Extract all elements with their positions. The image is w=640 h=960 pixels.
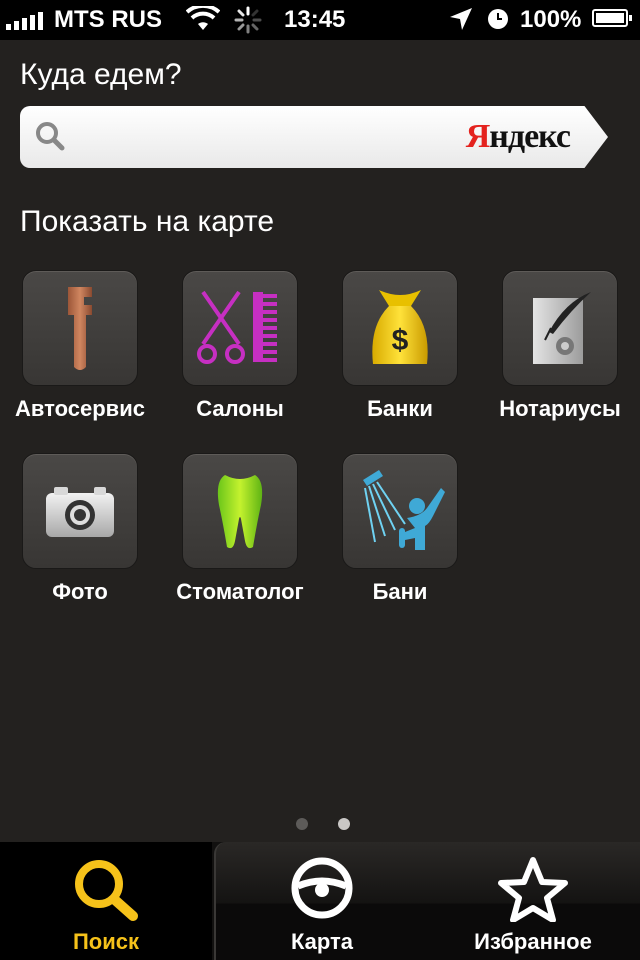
category-photo[interactable]: Фото — [0, 453, 160, 605]
category-label: Нотариусы — [499, 396, 621, 421]
search-icon — [34, 120, 66, 157]
quill-document-icon — [533, 292, 591, 364]
page-indicator[interactable] — [296, 818, 350, 830]
tooth-icon — [217, 475, 263, 549]
category-banks[interactable]: $ Банки — [320, 270, 480, 422]
category-label: Автосервис — [15, 396, 145, 421]
steering-wheel-icon — [291, 857, 353, 919]
category-autoservice[interactable]: Автосервис — [0, 270, 160, 422]
category-dentist[interactable]: Стоматолог — [160, 453, 320, 605]
shower-icon — [363, 470, 445, 550]
search-input[interactable] — [80, 116, 504, 158]
search-box[interactable]: Яндекс — [20, 106, 608, 168]
battery-icon — [592, 9, 632, 27]
page-title: Куда едем? — [20, 58, 182, 91]
battery-percentage: 100% — [520, 6, 582, 33]
location-arrow-icon — [448, 6, 474, 39]
svg-text:$: $ — [392, 324, 409, 357]
status-bar: MTS RUS 13:45 100% — [0, 0, 640, 40]
clock: 13:45 — [284, 6, 346, 33]
page-dot[interactable] — [296, 818, 308, 830]
tab-bar: Поиск Карта Избранное — [0, 842, 640, 960]
carrier-name: MTS RUS — [54, 6, 162, 33]
tab-map[interactable]: Карта — [214, 842, 428, 960]
category-notaries[interactable]: Нотариусы — [480, 270, 640, 422]
category-label: Банки — [367, 396, 433, 421]
category-tile[interactable] — [502, 270, 618, 386]
category-label: Салоны — [196, 396, 284, 421]
category-label: Бани — [372, 579, 428, 604]
tab-label: Карта — [290, 929, 354, 954]
alarm-clock-icon — [486, 7, 510, 38]
category-tile[interactable] — [342, 453, 458, 569]
category-label: Фото — [52, 579, 108, 604]
signal-strength-icon — [6, 12, 43, 30]
yandex-logo: Яндекс — [465, 118, 571, 155]
category-tile[interactable] — [182, 270, 298, 386]
section-title: Показать на карте — [20, 205, 275, 238]
activity-spinner-icon — [234, 6, 262, 41]
category-baths[interactable]: Бани — [320, 453, 480, 605]
search-icon — [75, 860, 138, 921]
category-salons[interactable]: Салоны — [160, 270, 320, 422]
star-icon — [498, 857, 568, 922]
tab-search[interactable]: Поиск — [0, 842, 212, 960]
category-tile[interactable] — [182, 453, 298, 569]
scissors-comb-icon — [197, 290, 277, 364]
category-tile[interactable]: $ — [342, 270, 458, 386]
tab-favorites[interactable]: Избранное — [426, 842, 640, 960]
wrench-icon — [68, 287, 92, 370]
tab-label: Поиск — [72, 929, 140, 954]
camera-icon — [46, 487, 114, 537]
money-bag-icon: $ — [372, 290, 428, 364]
tab-label: Избранное — [474, 929, 592, 954]
wifi-icon — [185, 3, 221, 39]
category-label: Стоматолог — [176, 579, 304, 604]
page-dot-active[interactable] — [338, 818, 350, 830]
category-tile[interactable] — [22, 453, 138, 569]
category-tile[interactable] — [22, 270, 138, 386]
